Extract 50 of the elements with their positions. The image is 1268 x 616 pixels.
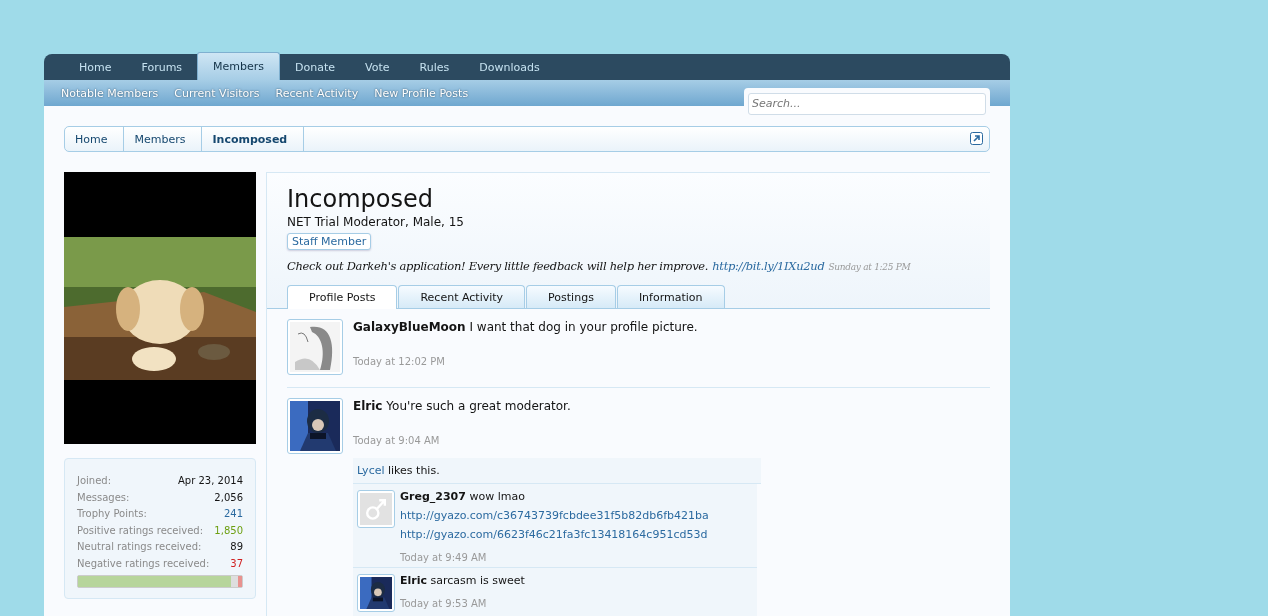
nav-tab[interactable]: Vote bbox=[350, 54, 405, 80]
stat-value: 241 bbox=[223, 507, 243, 521]
comment-message: Elric sarcasm is sweet bbox=[400, 574, 525, 588]
breadcrumb-link[interactable]: Members bbox=[124, 127, 203, 151]
profile-name: Incomposed bbox=[287, 185, 434, 213]
user-avatar[interactable] bbox=[287, 398, 343, 454]
post-time: Today at 12:02 PM bbox=[353, 356, 446, 367]
user-link[interactable]: Lycel bbox=[357, 464, 385, 477]
stat-label: Neutral ratings received: bbox=[77, 540, 202, 554]
nav-tab[interactable]: Downloads bbox=[464, 54, 555, 80]
likes-text: likes this. bbox=[388, 464, 440, 477]
comment-time: Today at 9:49 AM bbox=[400, 552, 488, 563]
nav-tab[interactable]: Members bbox=[197, 52, 281, 80]
stat-label: Joined: bbox=[77, 474, 112, 488]
status-link[interactable]: http://bit.ly/1IXu2ud bbox=[712, 259, 825, 273]
stat-label: Positive ratings received: bbox=[77, 523, 203, 538]
comment-link[interactable]: http://gyazo.com/6623f46c21fa3fc13418164c951cd53d bbox=[400, 528, 708, 541]
nav-tab[interactable]: Rules bbox=[404, 54, 465, 80]
comment-time: Today at 9:53 AM bbox=[400, 598, 488, 609]
stat-value: 89 bbox=[230, 540, 243, 554]
nav-tab[interactable]: Home bbox=[64, 54, 127, 80]
breadcrumb-link[interactable]: Home bbox=[65, 127, 125, 151]
search-field[interactable]: Search... bbox=[748, 92, 986, 115]
profile-tab[interactable]: Postings bbox=[526, 285, 616, 308]
breadcrumb-link[interactable]: Incomposed bbox=[202, 127, 305, 151]
profile-tab[interactable]: Information bbox=[616, 285, 725, 308]
post-message: GalaxyBlueMoon I want that dog in your profile picture. bbox=[353, 319, 699, 336]
status-text: Check out Darkeh's application! Every little feedback will help her improve. bbox=[287, 259, 709, 273]
nav-tab[interactable]: Forums bbox=[126, 54, 198, 80]
stat-value: Apr 23, 2014 bbox=[178, 474, 243, 488]
post-time: Today at 9:04 AM bbox=[353, 435, 441, 446]
stat-label: Messages: bbox=[77, 490, 130, 505]
staff-badge: Staff Member bbox=[287, 233, 372, 250]
stat-value: 37 bbox=[230, 556, 243, 571]
user-avatar[interactable] bbox=[357, 574, 395, 612]
stat-label: Trophy Points: bbox=[77, 507, 147, 521]
profile-tab[interactable]: Recent Activity bbox=[398, 285, 526, 308]
comment-link[interactable]: http://gyazo.com/c36743739fcbdee31f5b82db6fb421ba bbox=[400, 509, 709, 522]
post-message: Elric You're such a great moderator. bbox=[353, 398, 572, 415]
status-time: Sunday at 1:25 PM bbox=[828, 262, 911, 272]
profile-tab[interactable]: Profile Posts bbox=[287, 285, 398, 309]
nav-tab[interactable]: Donate bbox=[280, 54, 351, 80]
stat-value: 1,850 bbox=[214, 523, 243, 538]
stat-value: 2,056 bbox=[214, 490, 243, 505]
male-symbol-icon bbox=[360, 493, 392, 525]
sketch-icon bbox=[290, 322, 340, 372]
comment-message: Greg_2307 wow lmao bbox=[400, 490, 526, 504]
jump-icon[interactable] bbox=[970, 132, 983, 145]
stat-label: Negative ratings received: bbox=[77, 556, 210, 571]
profile-info: NET Trial Moderator, Male, 15 bbox=[287, 215, 465, 229]
